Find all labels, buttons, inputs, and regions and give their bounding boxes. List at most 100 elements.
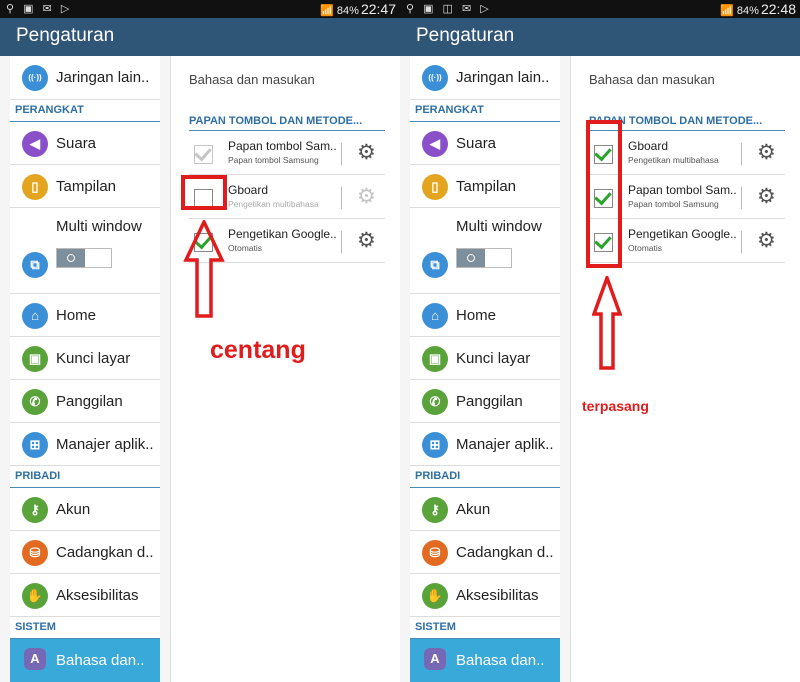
volume-icon: ◀ (422, 130, 448, 157)
menu-item-bahasa-dan[interactable]: A Bahasa dan.. (410, 639, 560, 682)
section-label: PRIBADI (415, 470, 461, 482)
menu-item-label: Home (456, 306, 497, 324)
language-icon: A (424, 648, 446, 670)
settings-menu: ((·)) Jaringan lain.. PERANGKAT ◀ Suara ▯ Tamp… (10, 56, 160, 682)
menu-item-multi-window[interactable]: ⧉ Multi window (10, 208, 160, 294)
annotation-text: centang (210, 336, 306, 364)
gear-icon[interactable]: ⚙ (757, 186, 776, 208)
multi-window-icon: ⧉ (422, 252, 448, 278)
row-divider (341, 143, 342, 165)
menu-item-panggilan[interactable]: ✆ Panggilan (410, 380, 560, 423)
menu-item-label: Aksesibilitas (56, 586, 139, 604)
menu-item-kunci-layar[interactable]: ▣ Kunci layar (410, 337, 560, 380)
gear-icon[interactable]: ⚙ (357, 142, 376, 164)
settings-menu: ((·)) Jaringan lain.. PERANGKAT ◀ Suara ▯ Tamp… (410, 56, 560, 682)
key-icon: ⚷ (422, 496, 448, 523)
menu-item-home[interactable]: ⌂ Home (10, 294, 160, 337)
menu-item-suara[interactable]: ◀ Suara (410, 122, 560, 165)
menu-item-label: Tampilan (56, 177, 117, 195)
gear-icon[interactable]: ⚙ (357, 230, 376, 252)
keyboard-subtitle: Otomatis (228, 243, 263, 253)
menu-item-label: Bahasa dan.. (456, 652, 545, 669)
menu-item-label: Kunci layar (456, 349, 531, 367)
menu-item-tampilan[interactable]: ▯ Tampilan (410, 165, 560, 208)
section-header: PRIBADI (410, 466, 560, 488)
multi-window-icon: ⧉ (22, 252, 48, 278)
menu-item-label: Aksesibilitas (456, 586, 539, 604)
phone-icon: ✆ (22, 388, 48, 415)
annotation-text: terpasang (582, 398, 649, 414)
notification-icons: ⚲ ▣ ◫ ✉ ▷ (406, 3, 492, 15)
menu-item-jaringan-lain[interactable]: ((·)) Jaringan lain.. (10, 56, 160, 100)
keyboard-subtitle: Pengetikan multibahasa (228, 199, 319, 209)
right-screen: ⚲ ▣ ◫ ✉ ▷ 📶 84% 22:48 Pengaturan ((·)) Jar… (400, 0, 800, 682)
section-header: SISTEM (410, 617, 560, 639)
row-divider (741, 187, 742, 209)
toggle-knob (457, 249, 485, 267)
menu-item-home[interactable]: ⌂ Home (410, 294, 560, 337)
menu-item-panggilan[interactable]: ✆ Panggilan (10, 380, 160, 423)
clock: 22:48 (760, 1, 796, 17)
row-divider (741, 143, 742, 165)
keyboard-checkbox (194, 145, 213, 164)
keyboard-row[interactable]: Papan tombol Sam.. Papan tombol Samsung ⚙ (189, 133, 385, 175)
gear-icon[interactable]: ⚙ (757, 142, 776, 164)
hand-icon: ✋ (22, 582, 48, 609)
status-right: 📶 84% 22:47 (320, 1, 396, 17)
hand-icon: ✋ (422, 582, 448, 609)
menu-item-aksesibilitas[interactable]: ✋ Aksesibilitas (10, 574, 160, 617)
wifi-icon: ((·)) (422, 65, 448, 91)
section-header: PERANGKAT (10, 100, 160, 122)
menu-item-label: Suara (56, 134, 97, 152)
keyboard-subtitle: Pengetikan multibahasa (628, 155, 719, 165)
multi-window-toggle[interactable] (456, 248, 512, 268)
section-label: SISTEM (15, 621, 56, 633)
section-label: SISTEM (415, 621, 456, 633)
menu-item-label: Jaringan lain.. (456, 69, 550, 86)
keyboard-name: Pengetikan Google.. (228, 227, 337, 241)
gear-icon[interactable]: ⚙ (757, 230, 776, 252)
menu-item-label: Manajer aplik.. (56, 435, 154, 453)
keyboard-name: Gboard (228, 183, 269, 197)
menu-item-kunci-layar[interactable]: ▣ Kunci layar (10, 337, 160, 380)
menu-item-label: Bahasa dan.. (56, 652, 145, 669)
menu-item-jaringan-lain[interactable]: ((·)) Jaringan lain.. (410, 56, 560, 100)
detail-title: Bahasa dan masukan (189, 72, 315, 87)
keyboard-name: Gboard (628, 139, 669, 153)
multi-window-toggle[interactable] (56, 248, 112, 268)
menu-item-tampilan[interactable]: ▯ Tampilan (10, 165, 160, 208)
notification-icons: ⚲ ▣ ✉ ▷ (6, 3, 73, 15)
menu-item-multi-window[interactable]: ⧉ Multi window (410, 208, 560, 294)
menu-item-label: Manajer aplik.. (456, 435, 554, 453)
section-label: PERANGKAT (15, 104, 84, 116)
menu-item-manajer-aplik[interactable]: ⊞ Manajer aplik.. (410, 423, 560, 466)
menu-item-manajer-aplik[interactable]: ⊞ Manajer aplik.. (10, 423, 160, 466)
up-arrow-annotation (183, 220, 225, 318)
detail-section-header: PAPAN TOMBOL DAN METODE... (189, 111, 385, 131)
row-divider (341, 231, 342, 253)
display-icon: ▯ (422, 173, 448, 200)
language-icon: A (24, 648, 46, 670)
menu-item-bahasa-dan[interactable]: A Bahasa dan.. (10, 639, 160, 682)
section-label: PRIBADI (15, 470, 61, 482)
menu-item-akun[interactable]: ⚷ Akun (410, 488, 560, 531)
menu-item-cadangkan-d[interactable]: ⛁ Cadangkan d.. (10, 531, 160, 574)
menu-item-label: Multi window (456, 218, 542, 235)
menu-item-label: Cadangkan d.. (456, 543, 554, 561)
menu-item-label: Jaringan lain.. (56, 69, 150, 86)
wifi-icon: ((·)) (22, 65, 48, 91)
keyboard-subtitle: Otomatis (628, 243, 663, 253)
menu-item-suara[interactable]: ◀ Suara (10, 122, 160, 165)
menu-item-akun[interactable]: ⚷ Akun (10, 488, 160, 531)
left-screen: ⚲ ▣ ✉ ▷ 📶 84% 22:47 Pengaturan ((·)) Jarin… (0, 0, 400, 682)
lock-icon: ▣ (422, 345, 448, 372)
menu-item-label: Suara (456, 134, 497, 152)
page-title: Pengaturan (416, 25, 515, 46)
menu-item-label: Kunci layar (56, 349, 131, 367)
key-icon: ⚷ (22, 496, 48, 523)
menu-item-label: Tampilan (456, 177, 517, 195)
section-header: SISTEM (10, 617, 160, 639)
menu-item-aksesibilitas[interactable]: ✋ Aksesibilitas (410, 574, 560, 617)
menu-item-cadangkan-d[interactable]: ⛁ Cadangkan d.. (410, 531, 560, 574)
apps-icon: ⊞ (22, 431, 48, 458)
